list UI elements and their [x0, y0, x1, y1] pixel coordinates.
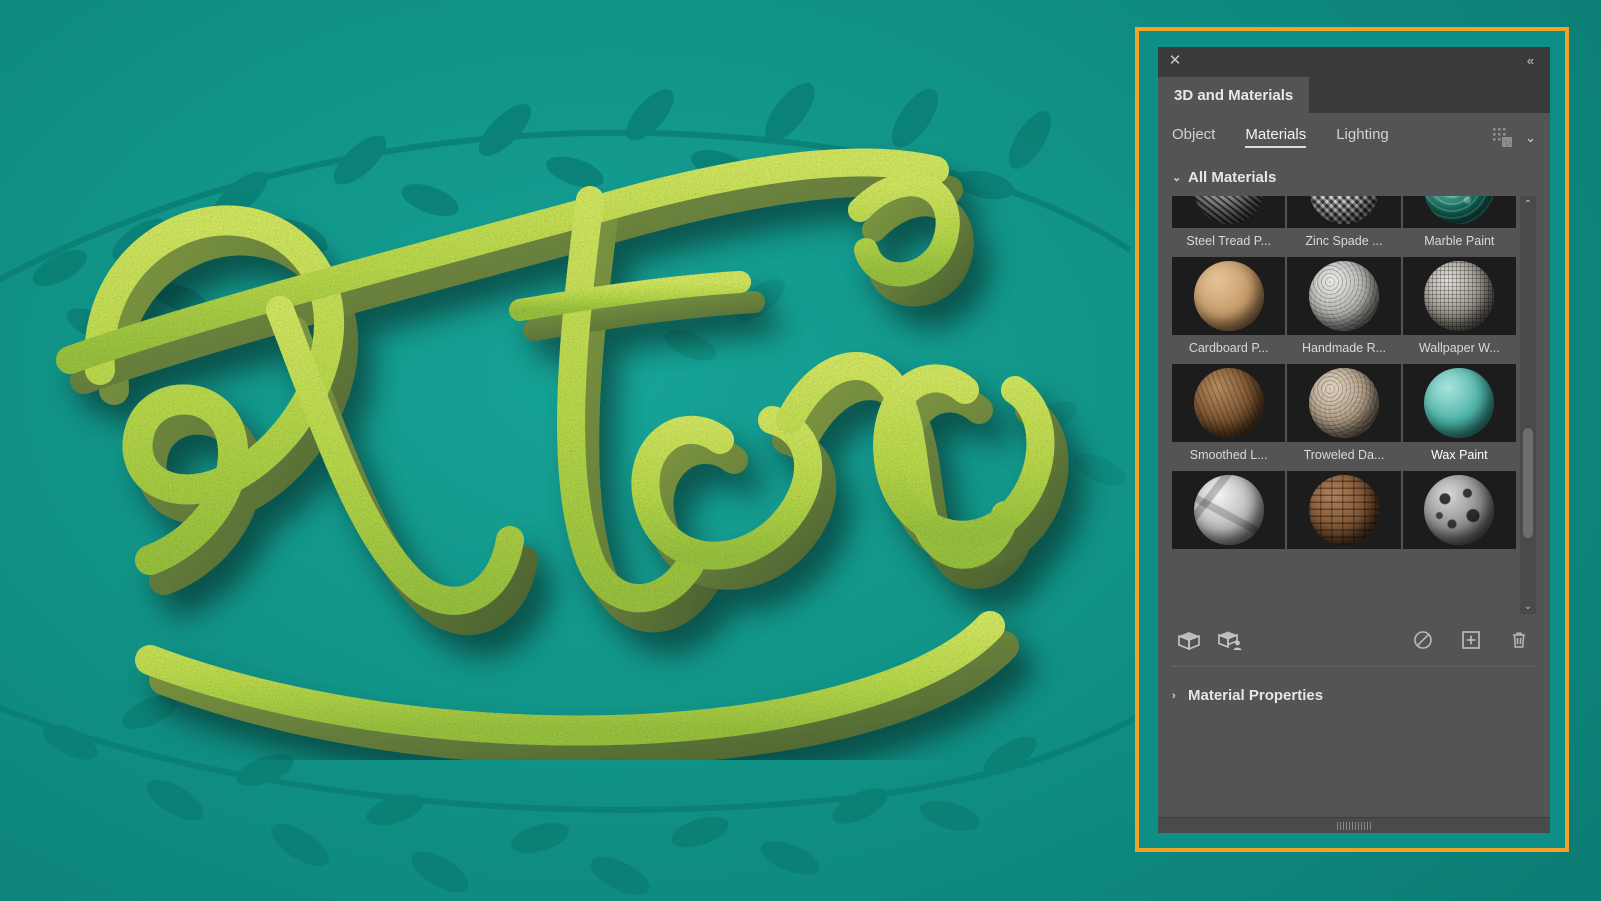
- material-sphere-preview: [1193, 261, 1264, 331]
- collapse-panel-icon[interactable]: «: [1520, 51, 1540, 71]
- material-sphere-preview: [1424, 368, 1495, 438]
- action-bar-right-group: [1408, 625, 1534, 655]
- material-cell[interactable]: Steel Tread P...: [1172, 196, 1286, 255]
- open-box-user-icon[interactable]: [1216, 625, 1246, 655]
- material-cell[interactable]: [1287, 471, 1401, 549]
- material-thumbnail[interactable]: [1172, 257, 1286, 335]
- material-cell[interactable]: [1172, 471, 1286, 549]
- 3d-and-materials-panel[interactable]: ✕ « 3D and Materials Object Materials Li…: [1158, 47, 1550, 833]
- material-label: Wallpaper W...: [1418, 341, 1500, 355]
- material-sphere-preview: [1193, 196, 1264, 224]
- segment-nav-right-group: ⌄: [1491, 126, 1536, 148]
- open-box-icon[interactable]: [1174, 625, 1204, 655]
- materials-browser[interactable]: Steel Tread P... Zinc Spade ... Marble Pai…: [1172, 196, 1536, 614]
- material-thumbnail[interactable]: [1402, 196, 1516, 228]
- material-label: Troweled Da...: [1303, 448, 1385, 462]
- trash-icon[interactable]: [1504, 625, 1534, 655]
- material-thumbnail[interactable]: [1402, 471, 1516, 549]
- materials-scrollbar[interactable]: ⌃ ⌄: [1520, 196, 1536, 614]
- material-sphere-preview: [1424, 261, 1495, 331]
- material-thumbnail[interactable]: [1172, 364, 1286, 442]
- material-cell[interactable]: Troweled Da...: [1287, 364, 1401, 469]
- material-sphere-preview: [1193, 368, 1264, 438]
- scrollbar-thumb[interactable]: [1523, 428, 1533, 539]
- panel-titlebar: ✕ «: [1158, 47, 1550, 77]
- gradient-dither-icon[interactable]: [1491, 126, 1513, 148]
- material-label: Wax Paint: [1431, 448, 1488, 462]
- material-label: Handmade R...: [1301, 341, 1387, 355]
- material-cell[interactable]: Cardboard P...: [1172, 257, 1286, 362]
- materials-grid[interactable]: Steel Tread P... Zinc Spade ... Marble Pai…: [1172, 196, 1516, 614]
- material-cell[interactable]: Smoothed L...: [1172, 364, 1286, 469]
- materials-action-bar: [1158, 614, 1550, 666]
- panel-empty-space: [1158, 704, 1550, 817]
- grip-lines-icon: [1337, 821, 1371, 830]
- panel-resize-grip[interactable]: [1158, 817, 1550, 833]
- material-thumbnail[interactable]: [1402, 364, 1516, 442]
- material-label: Marble Paint: [1424, 234, 1495, 248]
- material-label: Smoothed L...: [1189, 448, 1268, 462]
- material-cell[interactable]: Handmade R...: [1287, 257, 1401, 362]
- material-label: Steel Tread P...: [1186, 234, 1271, 248]
- chevron-down-icon: ⌄: [1172, 172, 1182, 184]
- segment-object[interactable]: Object: [1172, 126, 1215, 148]
- tab-3d-and-materials[interactable]: 3D and Materials: [1158, 77, 1310, 113]
- scroll-down-arrow-icon[interactable]: ⌄: [1520, 598, 1536, 614]
- material-sphere-preview: [1424, 196, 1495, 224]
- material-thumbnail[interactable]: [1172, 196, 1286, 228]
- chevron-right-icon: ›: [1172, 689, 1176, 702]
- material-thumbnail[interactable]: [1172, 471, 1286, 549]
- material-cell[interactable]: Wax Paint: [1402, 364, 1516, 469]
- new-material-icon[interactable]: [1456, 625, 1486, 655]
- material-sphere-preview: [1193, 475, 1264, 545]
- panel-tab-strip: 3D and Materials: [1158, 77, 1550, 113]
- material-sphere-preview: [1308, 261, 1379, 331]
- material-sphere-preview: [1308, 196, 1379, 224]
- material-cell[interactable]: Wallpaper W...: [1402, 257, 1516, 362]
- material-cell[interactable]: Marble Paint: [1402, 196, 1516, 255]
- material-sphere-preview: [1308, 475, 1379, 545]
- material-cell[interactable]: Zinc Spade ...: [1287, 196, 1401, 255]
- chevron-down-icon[interactable]: ⌄: [1525, 131, 1536, 144]
- flora-lettering-svg: [56, 148, 1069, 760]
- material-label: Zinc Spade ...: [1305, 234, 1383, 248]
- flora-3d-lettering[interactable]: [30, 60, 1140, 760]
- material-thumbnail[interactable]: [1287, 364, 1401, 442]
- material-thumbnail[interactable]: [1402, 257, 1516, 335]
- material-thumbnail[interactable]: [1287, 257, 1401, 335]
- material-properties-header[interactable]: › Material Properties: [1158, 667, 1550, 704]
- material-thumbnail[interactable]: [1287, 471, 1401, 549]
- material-sphere-preview: [1424, 475, 1495, 545]
- material-sphere-preview: [1308, 368, 1379, 438]
- all-materials-header[interactable]: ⌄ All Materials: [1158, 161, 1550, 196]
- material-label: Cardboard P...: [1188, 341, 1269, 355]
- no-material-icon[interactable]: [1408, 625, 1438, 655]
- material-thumbnail[interactable]: [1287, 196, 1401, 228]
- material-cell[interactable]: [1402, 471, 1516, 549]
- close-icon[interactable]: ✕: [1166, 52, 1184, 70]
- segment-materials[interactable]: Materials: [1245, 126, 1306, 148]
- panel-segment-nav: Object Materials Lighting ⌄: [1158, 113, 1550, 161]
- all-materials-label: All Materials: [1188, 169, 1277, 186]
- segment-lighting[interactable]: Lighting: [1336, 126, 1389, 148]
- scroll-up-arrow-icon[interactable]: ⌃: [1520, 196, 1536, 212]
- scrollbar-track[interactable]: [1520, 212, 1536, 598]
- material-properties-label: Material Properties: [1188, 687, 1324, 704]
